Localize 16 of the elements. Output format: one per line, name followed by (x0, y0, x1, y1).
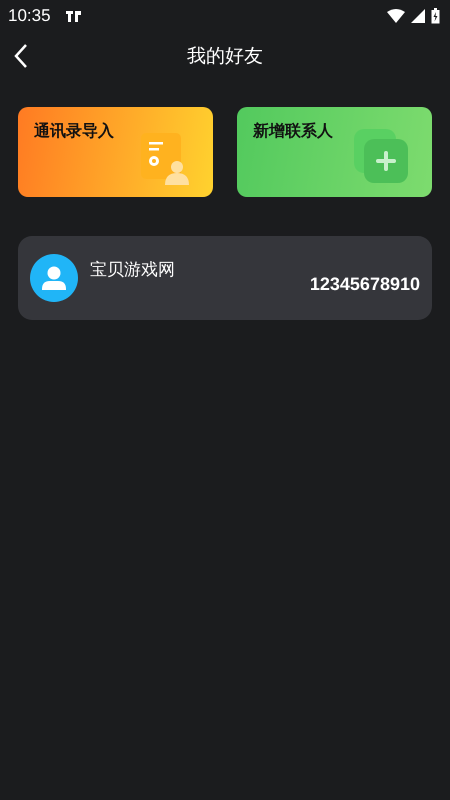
battery-icon (431, 8, 440, 24)
contact-card[interactable]: 宝贝游戏网 12345678910 (18, 236, 432, 320)
wifi-icon (387, 9, 405, 23)
contact-name: 宝贝游戏网 (90, 259, 176, 281)
card-label: 通讯录导入 (34, 121, 114, 140)
notification-icon (64, 10, 83, 22)
avatar-icon (30, 254, 78, 302)
import-card[interactable]: 通讯录导入 (18, 107, 213, 197)
add-icon (354, 129, 410, 185)
add-card[interactable]: 新增联系人 (237, 107, 432, 197)
contact-phone: 12345678910 (310, 274, 420, 294)
card-label: 新增联系人 (253, 121, 333, 140)
status-time: 10:35 (8, 6, 51, 26)
page-title: 我的好友 (187, 44, 263, 69)
signal-icon (411, 9, 425, 23)
contact-file-icon (141, 133, 191, 185)
